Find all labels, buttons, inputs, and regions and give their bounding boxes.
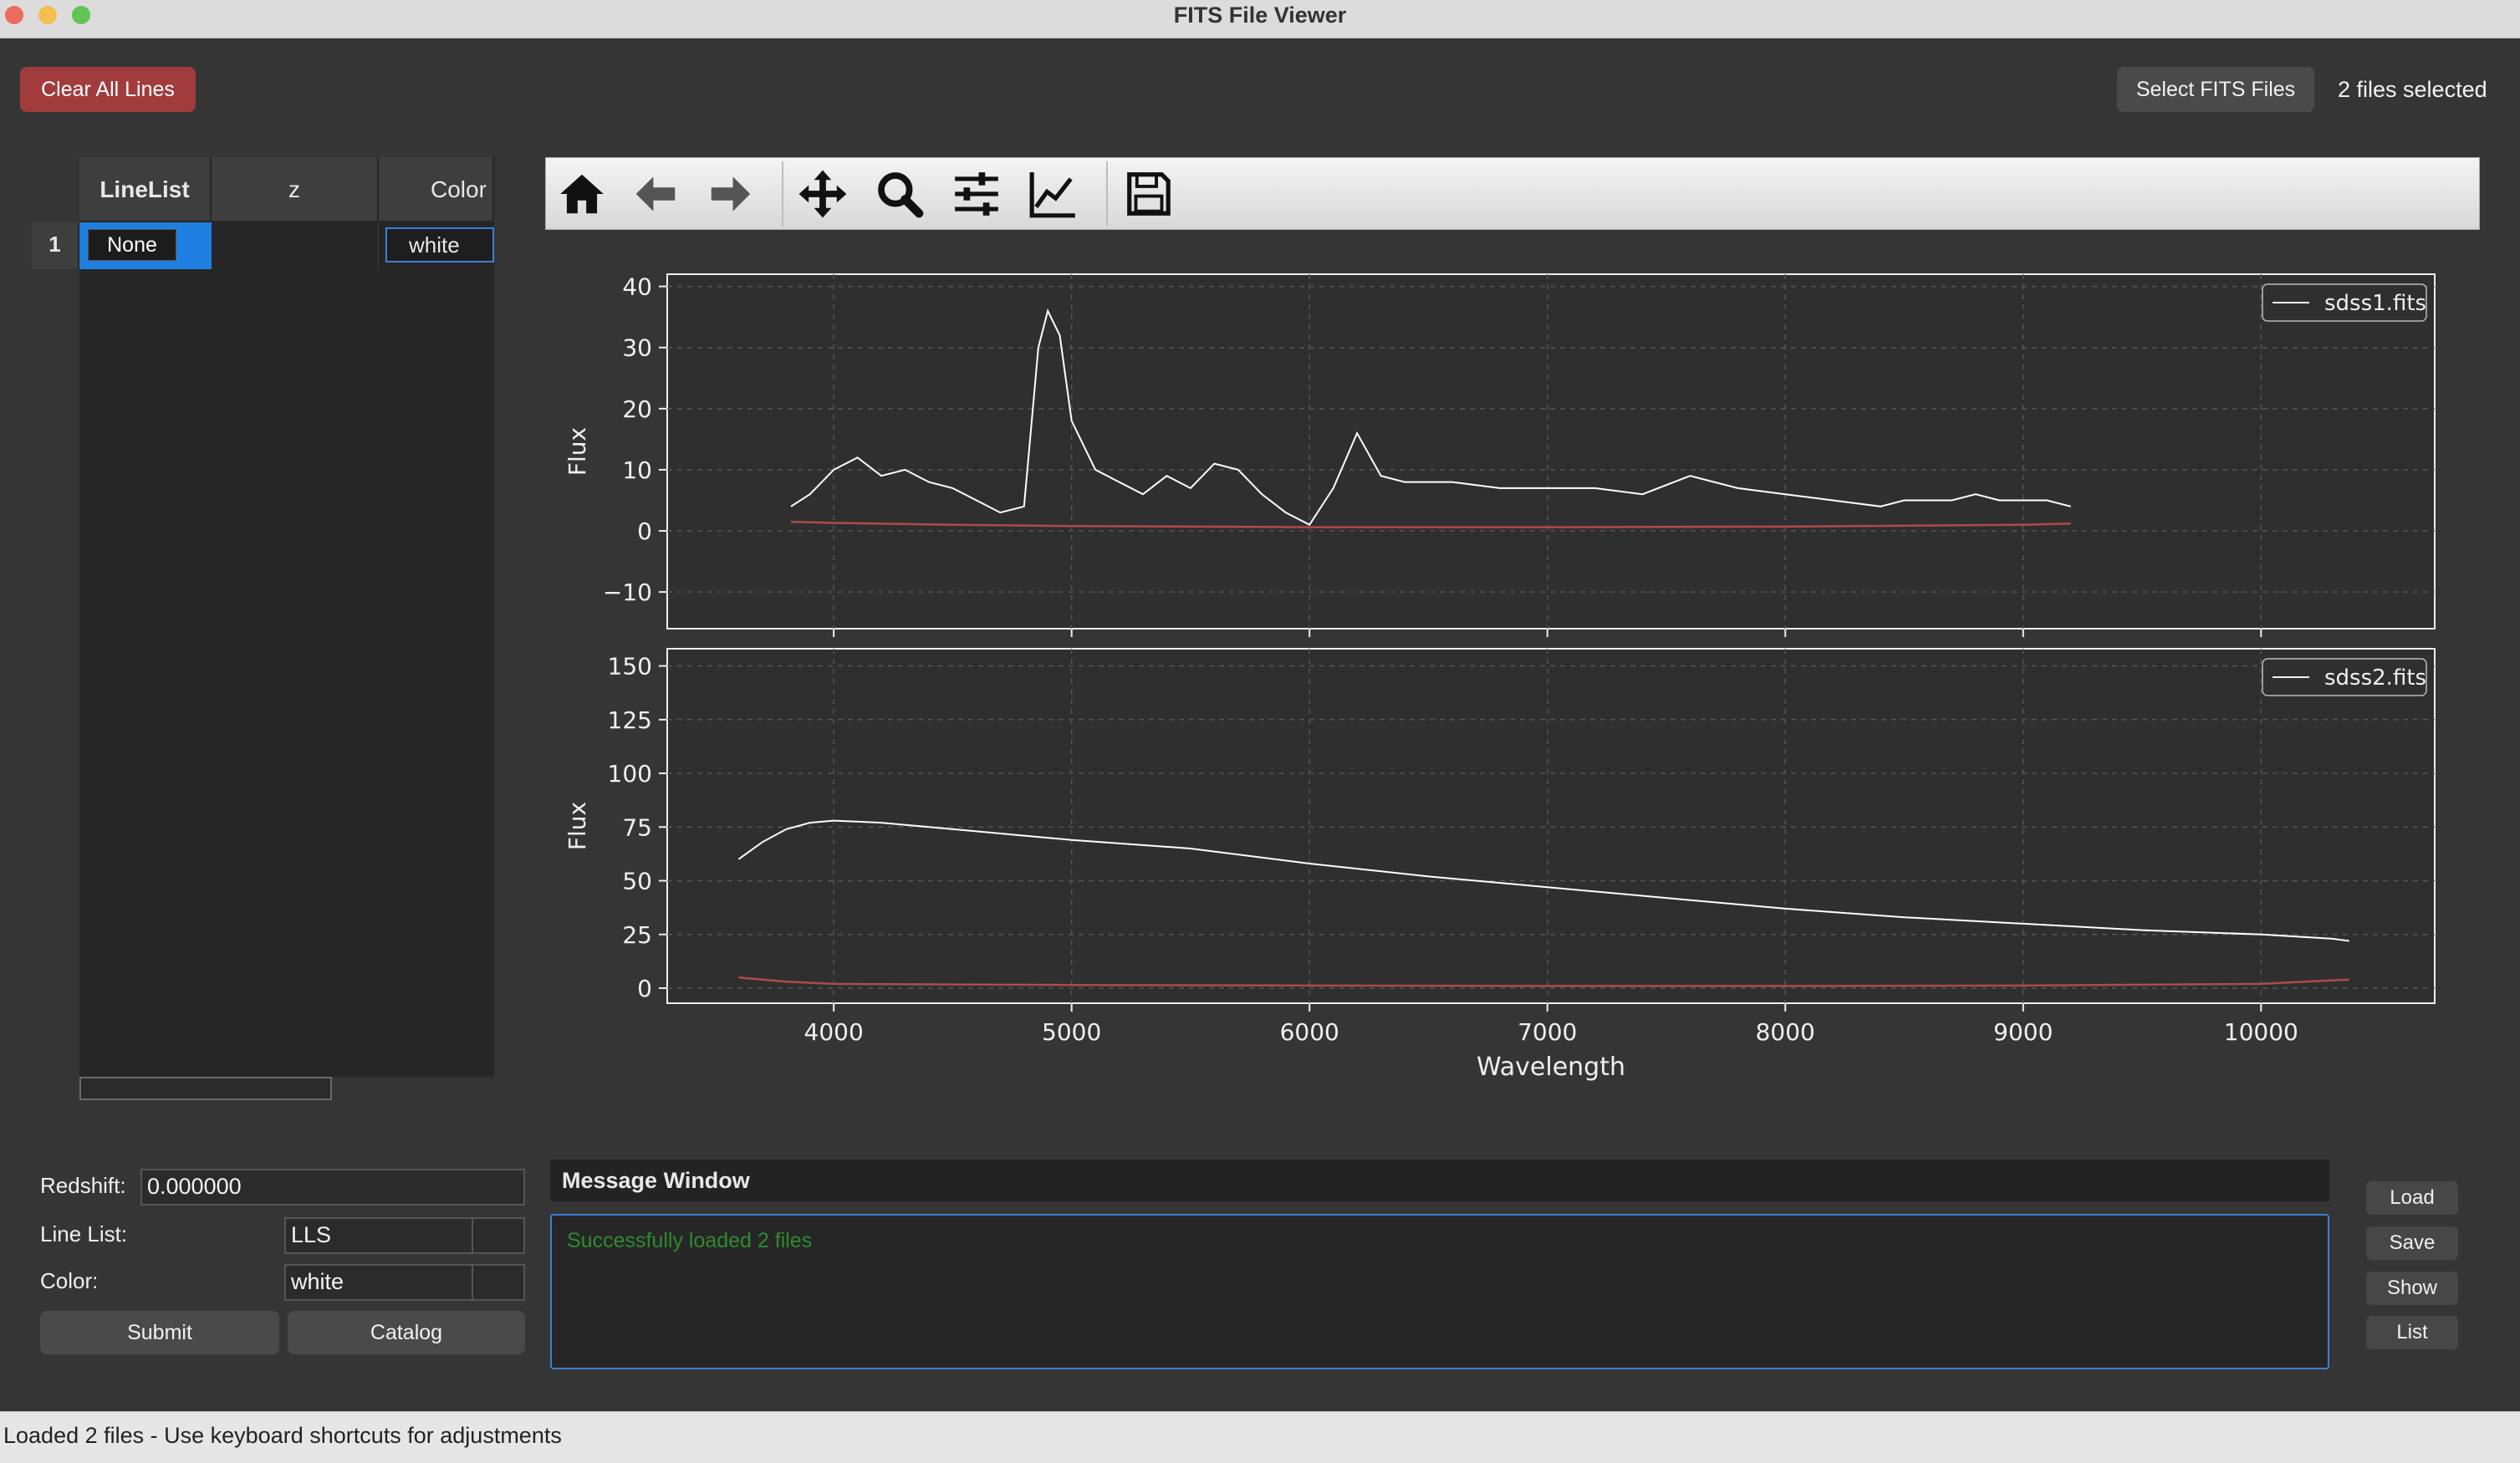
list-button[interactable]: List (2366, 1316, 2458, 1349)
x-tick-label: 6000 (1280, 1018, 1339, 1046)
row-header-1[interactable]: 1 (32, 222, 79, 269)
x-tick-label: 7000 (1518, 1018, 1577, 1046)
show-button[interactable]: Show (2366, 1272, 2458, 1305)
redshift-input[interactable]: 0.000000 (140, 1169, 525, 1206)
y-axis-label: Flux (564, 427, 591, 476)
select-fits-files-button[interactable]: Select FITS Files (2117, 67, 2314, 112)
column-header-z[interactable]: z (212, 157, 379, 222)
edit-axis-icon[interactable] (1028, 168, 1079, 220)
window-title: FITS File Viewer (1173, 3, 1347, 28)
legend-label: sdss2.fits (2324, 665, 2426, 691)
y-tick-label: 20 (622, 395, 652, 423)
spectrum-plot[interactable]: −10 0 10 20 30 40 Flux sdss1.fits 0 25 50 75 100 125 1… (545, 242, 2480, 1104)
forward-arrow-icon[interactable] (705, 168, 757, 220)
table-body (79, 157, 494, 1077)
y-tick-label: −10 (603, 579, 652, 606)
linelist-combo[interactable]: None (88, 229, 176, 261)
message-window-title: Message Window (550, 1160, 2329, 1201)
clear-all-lines-button[interactable]: Clear All Lines (20, 67, 196, 112)
column-header-color[interactable]: Color (379, 157, 494, 222)
x-axis-label: Wavelength (1477, 1053, 1625, 1082)
y-tick-label: 0 (637, 975, 652, 1002)
title-bar: FITS File Viewer (0, 0, 2520, 38)
line-table: LineList z Color 1 None white (32, 157, 494, 1100)
y-tick-label: 100 (608, 760, 652, 788)
y-tick-label: 50 (622, 868, 652, 895)
panel-1: −10 0 10 20 30 40 Flux sdss1.fits (564, 273, 2436, 637)
cell-color[interactable]: white (379, 222, 494, 269)
color-label: Color: (40, 1268, 99, 1293)
y-tick-label: 75 (622, 813, 652, 841)
status-bar: Loaded 2 files - Use keyboard shortcuts … (0, 1411, 2520, 1463)
y-tick-label: 150 (608, 653, 652, 681)
redshift-label: Redshift: (40, 1173, 126, 1198)
panel-2: 0 25 50 75 100 125 150 4000 5000 6000 7000 8000 9000… (564, 648, 2436, 1082)
y-tick-label: 25 (622, 921, 652, 949)
catalog-button[interactable]: Catalog (288, 1311, 525, 1354)
toolbar-separator (782, 161, 783, 227)
pan-move-icon[interactable] (797, 168, 849, 220)
y-axis-label: Flux (564, 802, 591, 850)
color-dropdown-arrow[interactable] (472, 1266, 523, 1299)
y-tick-label: 30 (622, 334, 652, 362)
y-tick-label: 40 (622, 273, 652, 301)
x-tick-label: 10000 (2224, 1018, 2298, 1046)
save-button[interactable]: Save (2366, 1226, 2458, 1260)
x-tick-label: 4000 (804, 1018, 864, 1046)
line-list-label: Line List: (40, 1221, 128, 1246)
files-selected-label: 2 files selected (2338, 77, 2487, 102)
x-tick-label: 8000 (1756, 1018, 1815, 1046)
plot-toolbar (545, 157, 2480, 230)
y-tick-label: 125 (608, 706, 652, 734)
submit-button[interactable]: Submit (40, 1311, 279, 1354)
message-text: Successfully loaded 2 files (567, 1229, 813, 1252)
color-select[interactable]: white (284, 1264, 525, 1301)
configure-subplots-icon[interactable] (951, 168, 1002, 220)
plot-frame (666, 273, 2436, 630)
plot-frame (666, 648, 2436, 1004)
zoom-magnifier-icon[interactable] (874, 168, 926, 220)
message-window[interactable]: Successfully loaded 2 files (550, 1214, 2329, 1369)
color-value: white (291, 1269, 344, 1294)
y-tick-label: 10 (622, 456, 652, 484)
column-header-linelist[interactable]: LineList (79, 157, 212, 222)
y-tick-label: 0 (637, 517, 652, 545)
x-tick-label: 5000 (1042, 1018, 1101, 1046)
save-floppy-icon[interactable] (1123, 168, 1175, 220)
toolbar-separator (1106, 161, 1108, 227)
color-editor[interactable]: white (385, 227, 494, 263)
back-arrow-icon[interactable] (630, 168, 681, 220)
line-list-value: LLS (291, 1222, 332, 1247)
load-button[interactable]: Load (2366, 1181, 2458, 1215)
horizontal-scrollbar[interactable] (79, 1077, 332, 1100)
line-list-dropdown-arrow[interactable] (472, 1219, 523, 1252)
cell-z[interactable] (212, 222, 379, 269)
home-icon[interactable] (556, 168, 608, 220)
x-tick-label: 9000 (1993, 1018, 2053, 1046)
line-list-select[interactable]: LLS (284, 1217, 525, 1254)
cell-linelist[interactable]: None (79, 222, 212, 269)
legend-label: sdss1.fits (2324, 291, 2426, 316)
